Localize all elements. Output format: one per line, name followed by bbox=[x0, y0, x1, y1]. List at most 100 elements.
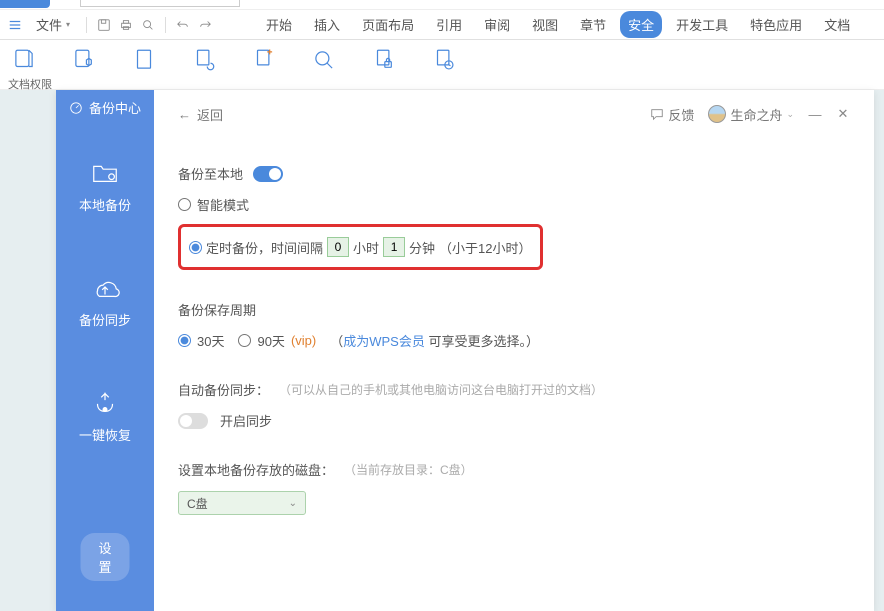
tab-insert[interactable]: 插入 bbox=[306, 11, 348, 38]
back-button[interactable]: ← 返回 bbox=[178, 105, 223, 124]
retention-title: 备份保存周期 bbox=[178, 300, 850, 319]
autosync-title: 自动备份同步： bbox=[178, 380, 269, 399]
app-indicator bbox=[0, 0, 50, 8]
chat-icon bbox=[650, 107, 664, 121]
smart-mode-radio[interactable] bbox=[178, 198, 191, 211]
retention-90-option[interactable]: 90天(vip) bbox=[238, 331, 316, 350]
dialog-title-text: 备份中心 bbox=[89, 98, 141, 117]
user-name: 生命之舟 bbox=[730, 105, 782, 124]
save-icon[interactable] bbox=[95, 16, 113, 34]
restore-icon bbox=[90, 387, 120, 417]
doc-search-icon[interactable] bbox=[308, 44, 340, 76]
tab-page-layout[interactable]: 页面布局 bbox=[354, 11, 422, 38]
timed-backup-prefix: 定时备份，时间间隔 bbox=[206, 238, 323, 257]
autosync-title-row: 自动备份同步： （可以从自己的手机或其他电脑访问这台电脑打开过的文档） bbox=[178, 380, 850, 399]
doc-add-icon[interactable] bbox=[248, 44, 280, 76]
sidebar-item-local-backup[interactable]: 本地备份 bbox=[79, 157, 131, 214]
sidebar-item-label: 一键恢复 bbox=[79, 425, 131, 444]
local-backup-toggle[interactable] bbox=[253, 166, 283, 182]
retention-90-label: 90天 bbox=[257, 331, 284, 350]
ribbon-toolbar: 文件 ▾ 开始 插入 页面布局 引用 审阅 视图 章节 安全 开发工具 特色应用… bbox=[0, 10, 884, 40]
tab-devtools[interactable]: 开发工具 bbox=[668, 11, 736, 38]
ribbon-tabs: 开始 插入 页面布局 引用 审阅 视图 章节 安全 开发工具 特色应用 文档 bbox=[258, 11, 858, 38]
chevron-down-icon: ⌄ bbox=[786, 109, 794, 120]
divider bbox=[165, 17, 166, 33]
file-menu-button[interactable]: 文件 ▾ bbox=[28, 13, 78, 36]
settings-button[interactable]: 设置 bbox=[80, 533, 129, 581]
limit-note: （小于12小时） bbox=[439, 238, 531, 257]
doc-lock-icon[interactable] bbox=[368, 44, 400, 76]
sidebar-item-label: 本地备份 bbox=[79, 195, 131, 214]
retention-note: （成为WPS会员 可享受更多选择。） bbox=[330, 331, 539, 350]
disk-selected-label: C盘 bbox=[187, 495, 208, 512]
smart-mode-row: 智能模式 bbox=[178, 195, 850, 214]
section-retention: 备份保存周期 30天 90天(vip) （成为WPS会员 可享受更多选择。） bbox=[178, 300, 850, 350]
divider bbox=[86, 17, 87, 33]
print-icon[interactable] bbox=[117, 16, 135, 34]
disk-select[interactable]: C盘 ⌄ bbox=[178, 491, 306, 515]
dialog-header-right: 反馈 生命之舟 ⌄ — ✕ bbox=[650, 105, 850, 124]
disk-title: 设置本地备份存放的磁盘： bbox=[178, 460, 334, 479]
tab-chapter[interactable]: 章节 bbox=[572, 11, 614, 38]
doc-shield-icon[interactable] bbox=[68, 44, 100, 76]
dashboard-icon bbox=[69, 101, 83, 115]
wps-member-link[interactable]: 成为WPS会员 bbox=[343, 334, 425, 349]
sidebar-item-backup-sync[interactable]: 备份同步 bbox=[79, 272, 131, 329]
retention-rest: 可享受更多选择。） bbox=[425, 334, 539, 349]
cloud-upload-icon bbox=[90, 272, 120, 302]
undo-icon[interactable] bbox=[174, 16, 192, 34]
sidebar-item-restore[interactable]: 一键恢复 bbox=[79, 387, 131, 444]
folder-icon bbox=[90, 157, 120, 187]
feedback-label: 反馈 bbox=[668, 105, 694, 124]
tab-references[interactable]: 引用 bbox=[428, 11, 470, 38]
timed-backup-radio[interactable] bbox=[189, 241, 202, 254]
smart-mode-label: 智能模式 bbox=[197, 195, 249, 214]
feedback-button[interactable]: 反馈 bbox=[650, 105, 694, 124]
tab-review[interactable]: 审阅 bbox=[476, 11, 518, 38]
minutes-input[interactable] bbox=[383, 237, 405, 257]
tab-security[interactable]: 安全 bbox=[620, 11, 662, 38]
paren-open: （ bbox=[330, 334, 343, 349]
disk-current: （当前存放目录：C盘） bbox=[344, 461, 473, 478]
dialog-content: ← 返回 反馈 生命之舟 ⌄ — ✕ bbox=[154, 90, 874, 611]
doc-blank-icon[interactable] bbox=[128, 44, 160, 76]
chevron-down-icon: ▾ bbox=[66, 20, 70, 29]
retention-30-option[interactable]: 30天 bbox=[178, 331, 224, 350]
timed-backup-highlight: 定时备份，时间间隔 小时 分钟 （小于12小时） bbox=[178, 224, 543, 270]
tab-special[interactable]: 特色应用 bbox=[742, 11, 810, 38]
redo-icon[interactable] bbox=[196, 16, 214, 34]
back-label: 返回 bbox=[197, 105, 223, 124]
hours-label: 小时 bbox=[353, 238, 379, 257]
chevron-down-icon: ⌄ bbox=[289, 498, 297, 509]
tab-start[interactable]: 开始 bbox=[258, 11, 300, 38]
sidebar-item-label: 备份同步 bbox=[79, 310, 131, 329]
tab-view[interactable]: 视图 bbox=[524, 11, 566, 38]
doc-time-icon[interactable] bbox=[428, 44, 460, 76]
local-backup-title-row: 备份至本地 bbox=[178, 164, 850, 183]
minimize-button[interactable]: — bbox=[808, 107, 822, 122]
hours-input[interactable] bbox=[327, 237, 349, 257]
autosync-enable-label: 开启同步 bbox=[220, 411, 272, 430]
user-menu[interactable]: 生命之舟 ⌄ bbox=[708, 105, 794, 124]
section-disk: 设置本地备份存放的磁盘： （当前存放目录：C盘） C盘 ⌄ bbox=[178, 460, 850, 515]
arrow-left-icon: ← bbox=[178, 107, 191, 122]
tab-doc[interactable]: 文档 bbox=[816, 11, 858, 38]
retention-90-radio[interactable] bbox=[238, 334, 251, 347]
doc-permission-icon[interactable] bbox=[8, 44, 40, 76]
ribbon-group-security: 文档权限 bbox=[0, 40, 884, 90]
retention-30-radio[interactable] bbox=[178, 334, 191, 347]
dialog-title: 备份中心 bbox=[69, 98, 141, 117]
close-button[interactable]: ✕ bbox=[836, 106, 850, 122]
disk-title-row: 设置本地备份存放的磁盘： （当前存放目录：C盘） bbox=[178, 460, 850, 479]
retention-30-label: 30天 bbox=[197, 331, 224, 350]
menu-icon[interactable] bbox=[6, 16, 24, 34]
doc-refresh-icon[interactable] bbox=[188, 44, 220, 76]
document-tab[interactable] bbox=[80, 0, 240, 7]
preview-icon[interactable] bbox=[139, 16, 157, 34]
autosync-hint: （可以从自己的手机或其他电脑访问这台电脑打开过的文档） bbox=[279, 381, 603, 398]
section-autosync: 自动备份同步： （可以从自己的手机或其他电脑访问这台电脑打开过的文档） 开启同步 bbox=[178, 380, 850, 430]
autosync-toggle[interactable] bbox=[178, 413, 208, 429]
retention-options: 30天 90天(vip) （成为WPS会员 可享受更多选择。） bbox=[178, 331, 850, 350]
minutes-label: 分钟 bbox=[409, 238, 435, 257]
autosync-enable-row: 开启同步 bbox=[178, 411, 850, 430]
